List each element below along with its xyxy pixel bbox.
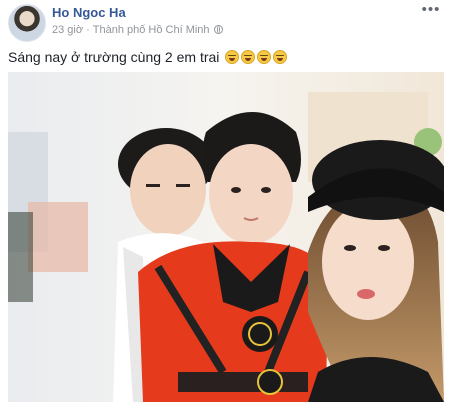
post-time[interactable]: 23 giờ (52, 24, 83, 36)
post-photo[interactable] (8, 72, 444, 402)
post-header: Ho Ngoc Ha 23 giờ · Thành phố Hồ Chí Minh … (0, 0, 450, 42)
avatar[interactable] (8, 4, 46, 42)
post-meta: 23 giờ · Thành phố Hồ Chí Minh (52, 24, 223, 36)
laughing-emoji-icon (257, 50, 272, 64)
background-bag (8, 212, 33, 302)
laughing-emoji-icon (273, 50, 288, 64)
laughing-emoji-icon (225, 50, 240, 64)
globe-icon (213, 25, 223, 34)
laughing-emoji-icon (241, 50, 256, 64)
meta-separator: · (86, 24, 90, 36)
post-location[interactable]: Thành phố Hồ Chí Minh (93, 24, 210, 36)
post-caption: Sáng nay ở trường cùng 2 em trai (8, 49, 288, 65)
selfie-photo-illustration (8, 72, 444, 402)
author-name[interactable]: Ho Ngoc Ha (52, 5, 126, 20)
more-options-button[interactable]: ••• (420, 2, 442, 20)
background-chair (28, 202, 88, 272)
caption-text: Sáng nay ở trường cùng 2 em trai (8, 49, 220, 65)
